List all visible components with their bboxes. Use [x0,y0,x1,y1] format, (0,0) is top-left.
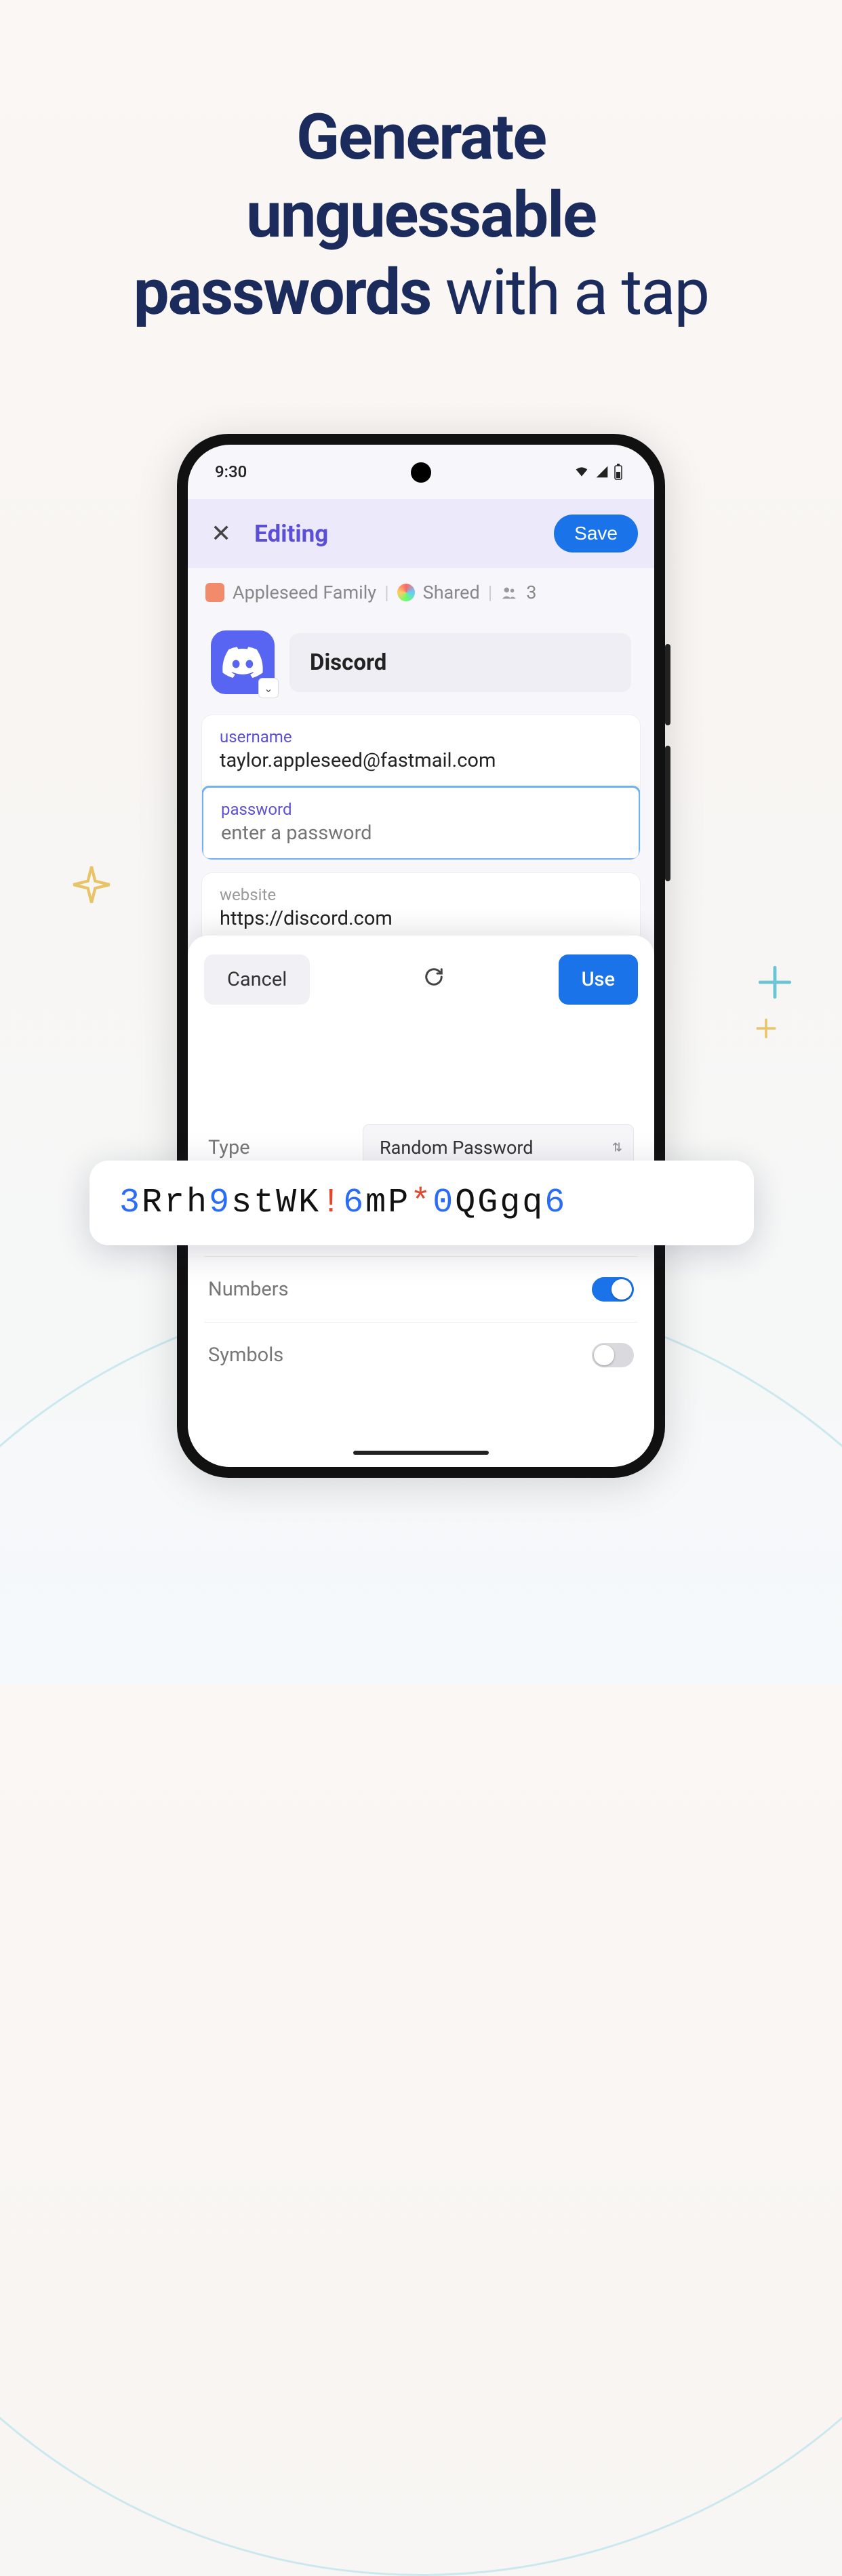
crumb-shared[interactable]: Shared [423,582,480,603]
numbers-label: Numbers [208,1278,289,1301]
website-label: website [220,885,622,904]
symbols-label: Symbols [208,1344,283,1367]
headline-line3-rest: with a tap [430,255,708,329]
password-char: * [410,1184,433,1222]
refresh-icon[interactable] [416,959,452,1001]
password-char: g [500,1184,522,1222]
crumb-separator: | [384,582,389,603]
password-char: m [365,1184,388,1222]
password-char: R [142,1184,164,1222]
generator-actions: Cancel Use [204,954,638,1005]
username-field[interactable]: username [202,715,640,786]
use-button[interactable]: Use [559,954,638,1005]
edit-title: Editing [254,520,538,548]
password-char: K [298,1184,321,1222]
password-char: s [231,1184,254,1222]
generated-password: 3Rrh9stWK!6mP*0QGgq6 [89,1161,754,1245]
signal-icon [595,465,609,479]
close-icon[interactable]: ✕ [204,512,238,555]
password-input[interactable] [221,822,621,845]
password-char: q [522,1184,544,1222]
type-label: Type [208,1136,250,1159]
headline-line1: Generate [296,100,546,174]
wifi-icon [573,465,590,479]
password-char: 9 [209,1184,231,1222]
item-icon[interactable]: ⌄ [211,630,275,694]
password-char: P [388,1184,410,1222]
password-char: 6 [544,1184,567,1222]
password-char: r [164,1184,186,1222]
password-char: 0 [433,1184,455,1222]
home-indicator[interactable] [353,1451,489,1455]
username-input[interactable] [220,749,622,772]
status-time: 9:30 [215,462,247,481]
website-input[interactable] [220,907,622,930]
crumb-vault[interactable]: Appleseed Family [233,582,376,603]
numbers-toggle[interactable] [592,1277,634,1302]
phone-frame: 9:30 ✕ Editing Save Appleseed Family | S… [177,434,665,1478]
save-button[interactable]: Save [554,515,638,552]
password-char: t [254,1184,276,1222]
phone-screen: 9:30 ✕ Editing Save Appleseed Family | S… [188,445,654,1467]
background-circle [0,1288,842,2576]
password-char: Q [455,1184,477,1222]
headline-line2: unguessable [246,178,596,252]
generator-symbols-row: Symbols [204,1323,638,1388]
sparkle-icon [70,863,113,906]
plus-icon [755,963,795,1002]
shared-icon [397,584,415,601]
password-char: ! [321,1184,343,1222]
password-char: W [276,1184,298,1222]
fields-card: username password [201,715,641,860]
item-title[interactable]: Discord [289,633,631,692]
crumb-people-count: 3 [526,582,536,603]
password-char: G [477,1184,500,1222]
password-label: password [221,800,621,819]
people-icon [500,585,518,600]
symbols-toggle[interactable] [592,1343,634,1367]
password-field[interactable]: password [201,786,641,860]
title-row: ⌄ Discord [188,616,654,715]
website-card: website [201,872,641,944]
generator-numbers-row: Numbers [204,1257,638,1323]
discord-icon [222,647,263,678]
edit-header: ✕ Editing Save [188,499,654,568]
website-field[interactable]: website [202,873,640,944]
camera-dot [411,462,431,483]
volume-button [665,746,670,881]
headline-line3-bold: passwords [134,255,431,329]
vault-icon [205,583,224,602]
cancel-button[interactable]: Cancel [204,954,310,1005]
breadcrumb: Appleseed Family | Shared | 3 [188,568,654,616]
battery-icon [614,464,623,480]
plus-icon [755,1017,778,1040]
chevron-down-icon[interactable]: ⌄ [258,678,279,698]
power-button [665,644,670,725]
headline: Generate unguessable passwords with a ta… [0,98,842,331]
username-label: username [220,727,622,746]
password-char: 6 [343,1184,365,1222]
crumb-separator: | [488,582,493,603]
password-char: h [186,1184,209,1222]
password-char: 3 [119,1184,142,1222]
